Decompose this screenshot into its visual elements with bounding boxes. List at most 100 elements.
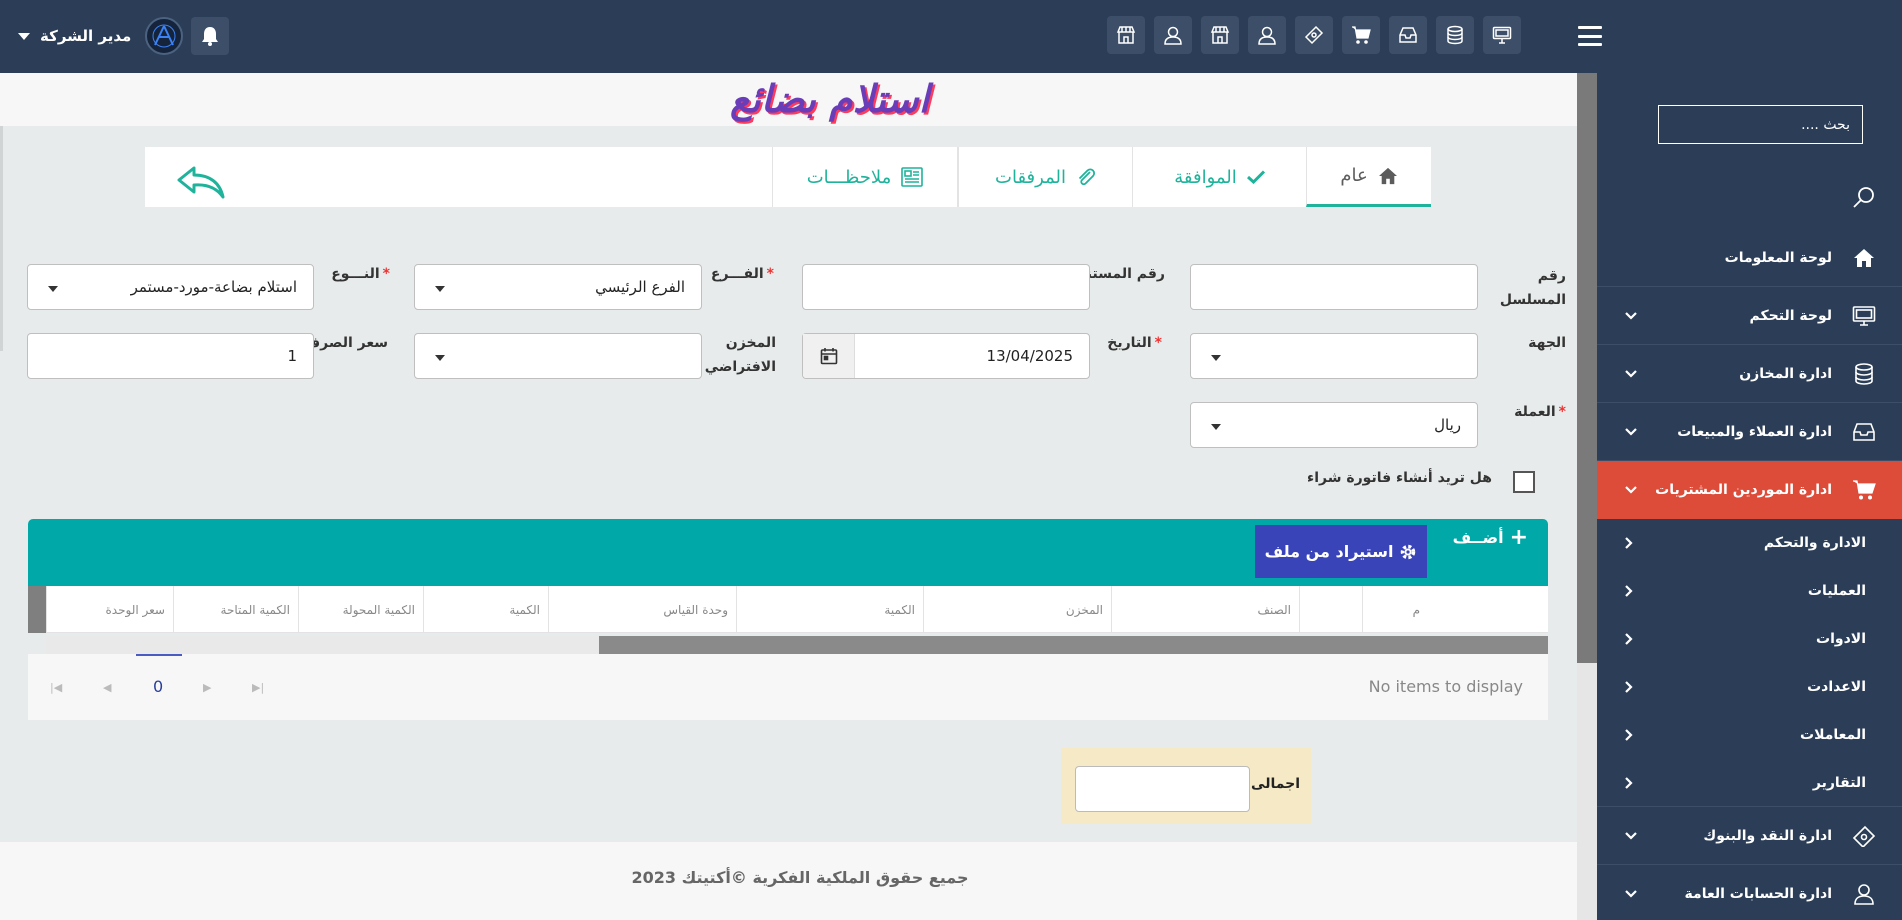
add-row-button[interactable]: + أضــف (1448, 526, 1528, 548)
type-select[interactable]: استلام بضاعة-مورد-مستمر (27, 264, 314, 310)
sidebar-item-label: ادارة العملاء والمبيعات (1677, 423, 1832, 440)
exchange-rate-input[interactable]: 1 (27, 333, 314, 379)
page-number[interactable]: 0 (153, 677, 163, 696)
vertical-scrollbar-thumb[interactable] (1577, 73, 1597, 663)
tab-approval[interactable]: الموافقة (1132, 147, 1306, 207)
grid-column-header[interactable]: م (1362, 586, 1428, 633)
create-invoice-label: هل تريد أنشاء فاتورة شراء (1307, 470, 1492, 486)
total-input[interactable] (1075, 766, 1250, 812)
user-name[interactable]: مدير الشركة (40, 27, 131, 45)
monitor-icon[interactable] (1483, 16, 1521, 54)
default-store-label-line1: المخزن (725, 335, 776, 351)
sidebar-item-label: لوحة التحكم (1749, 307, 1832, 324)
grid-column-header[interactable]: الكمية المحولة (298, 586, 423, 633)
store-icon[interactable] (1201, 16, 1239, 54)
chevron-right-icon (1625, 776, 1633, 789)
column-label: الكمية المحولة (342, 602, 415, 617)
cart-icon[interactable] (1342, 16, 1380, 54)
user-icon[interactable] (1248, 16, 1286, 54)
party-select[interactable] (1190, 333, 1478, 379)
sidebar-subitem-operations[interactable]: العمليات (1597, 567, 1902, 615)
sidebar-subitem-administration[interactable]: الادارة والتحكم (1597, 519, 1902, 567)
grid-column-header[interactable]: الكمية المتاحة (173, 586, 298, 633)
inbox-icon[interactable] (1389, 16, 1427, 54)
gear-icon (1399, 543, 1417, 561)
sidebar-item-cash-banks[interactable]: ادارة النقد والبنوك (1597, 807, 1902, 865)
date-input[interactable]: 13/04/2025 (802, 333, 1090, 379)
type-label: *النـــوع (310, 262, 390, 286)
user-icon[interactable] (1154, 16, 1192, 54)
branch-select[interactable]: الفرع الرئيسي (414, 264, 702, 310)
serial-input[interactable] (1190, 264, 1478, 310)
sidebar-item-control-panel[interactable]: لوحة التحكم (1597, 287, 1902, 345)
menu-toggle-hamburger-icon[interactable] (1578, 26, 1602, 46)
sidebar-item-general-accounts[interactable]: ادارة الحسابات العامة (1597, 865, 1902, 920)
money-icon[interactable] (1295, 16, 1333, 54)
grid-column-header[interactable]: سعر الوحدة (46, 586, 173, 633)
import-button-label: استيراد من ملف (1264, 542, 1394, 561)
sidebar-item-warehouses[interactable]: ادارة المخازن (1597, 345, 1902, 403)
prev-page-icon[interactable]: ◀ (103, 681, 111, 694)
sidebar-item-label: ادارة المخازن (1739, 365, 1832, 382)
currency-value: ريال (1434, 416, 1461, 434)
money-icon (1850, 825, 1878, 847)
sidebar-subitem-label: التقارير (1812, 774, 1866, 791)
sidebar-subitem-reports[interactable]: التقارير (1597, 759, 1902, 807)
tab-general[interactable]: عام (1306, 147, 1431, 207)
create-invoice-checkbox[interactable] (1513, 471, 1535, 493)
back-arrow-icon[interactable] (176, 165, 226, 199)
sidebar-item-suppliers-purchases[interactable]: ادارة الموردين المشتريات (1597, 461, 1902, 519)
sidebar-subitem-settings[interactable]: الاعدادت (1597, 663, 1902, 711)
sidebar-item-dashboard[interactable]: لوحة المعلومات (1597, 229, 1902, 287)
doc-number-input[interactable] (802, 264, 1090, 310)
next-page-icon[interactable]: ▶ (203, 681, 211, 694)
page-title: استلام بضائع (730, 77, 930, 121)
grid-column-header[interactable]: الكمية (736, 586, 923, 633)
top-shortcuts (1107, 16, 1521, 54)
grid-column-header[interactable]: الصنف (1111, 586, 1299, 633)
sidebar-item-customers-sales[interactable]: ادارة العملاء والمبيعات (1597, 403, 1902, 461)
database-icon[interactable] (1436, 16, 1474, 54)
sidebar-item-label: ادارة الحسابات العامة (1684, 885, 1832, 902)
first-page-icon[interactable]: |◀ (50, 681, 62, 694)
grid-column-header[interactable]: الكمية (423, 586, 548, 633)
user-area: مدير الشركة (18, 16, 230, 56)
store-icon[interactable] (1107, 16, 1145, 54)
chevron-down-icon (1625, 889, 1637, 898)
default-store-label-line2: الافتراضي (704, 359, 776, 375)
currency-label: *العملة (1500, 400, 1566, 424)
import-from-file-button[interactable]: استيراد من ملف (1255, 525, 1427, 578)
default-store-select[interactable] (414, 333, 702, 379)
sidebar-subitem-tools[interactable]: الادوات (1597, 615, 1902, 663)
user-menu-chevron-down-icon[interactable] (18, 32, 30, 40)
grid-column-header[interactable] (1299, 586, 1362, 633)
notifications-bell-icon[interactable] (191, 17, 230, 55)
database-icon (1850, 362, 1878, 385)
sidebar-search-input[interactable] (1658, 105, 1863, 144)
chevron-right-icon (1625, 537, 1633, 549)
horizontal-scrollbar-thumb[interactable] (599, 636, 1548, 654)
serial-label: رقم المسلسل (1500, 264, 1566, 312)
calendar-icon[interactable] (803, 334, 855, 378)
paperclip-icon (1076, 167, 1096, 187)
date-label-text: التاريخ (1107, 335, 1152, 351)
sidebar-item-label: لوحة المعلومات (1724, 249, 1832, 266)
tab-notes[interactable]: ملاحظـــات (772, 147, 958, 207)
sidebar-subitem-label: العمليات (1807, 583, 1866, 599)
tab-attachments[interactable]: المرفقات (958, 147, 1132, 207)
branch-value: الفرع الرئيسي (595, 278, 685, 296)
search-icon[interactable] (1852, 185, 1876, 209)
sidebar-subitem-transactions[interactable]: المعاملات (1597, 711, 1902, 759)
currency-select[interactable]: ريال (1190, 402, 1478, 448)
last-page-icon[interactable]: ▶| (252, 681, 264, 694)
sidebar: لوحة المعلومات لوحة التحكم ادارة المخازن… (1597, 73, 1902, 920)
sidebar-subitem-label: المعاملات (1800, 727, 1866, 743)
avatar[interactable] (145, 17, 184, 55)
date-label: *التاريخ (1090, 331, 1162, 355)
grid-column-header[interactable]: المخزن (923, 586, 1111, 633)
column-label: وحدة القياس (663, 602, 728, 617)
grid-column-header[interactable]: وحدة القياس (548, 586, 736, 633)
column-label: الكمية (509, 602, 540, 617)
monitor-icon (1850, 305, 1878, 327)
chevron-right-icon (1625, 585, 1633, 597)
